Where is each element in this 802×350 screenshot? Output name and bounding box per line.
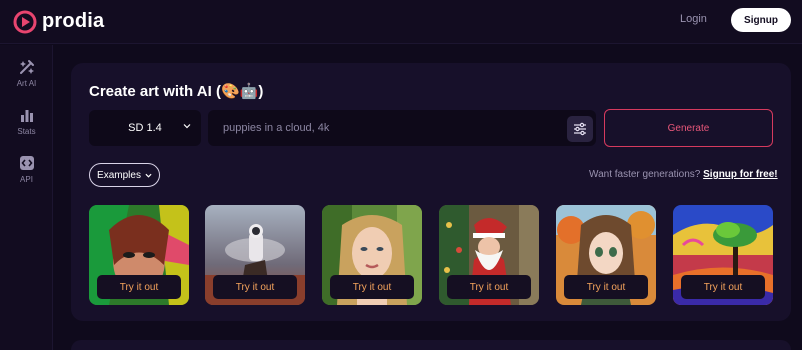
try-it-out-button[interactable]: Try it out <box>564 275 648 299</box>
sidebar-item-label: Art AI <box>16 78 37 88</box>
settings-button[interactable] <box>567 116 593 142</box>
model-select-value: SD 1.4 <box>128 122 162 134</box>
lower-panel <box>71 340 791 350</box>
top-bar: prodia Login Signup <box>0 0 802 44</box>
example-card[interactable]: Try it out <box>89 205 189 305</box>
sidebar-item-stats[interactable]: Stats <box>0 99 53 143</box>
sliders-icon <box>574 122 586 136</box>
faster-text: Want faster generations? <box>589 169 701 180</box>
try-it-out-button[interactable]: Try it out <box>213 275 297 299</box>
try-it-out-button[interactable]: Try it out <box>330 275 414 299</box>
bar-chart-icon <box>20 109 33 122</box>
sidebar-item-art-ai[interactable]: Art AI <box>0 51 53 95</box>
signup-prompt: Want faster generations? Signup for free… <box>589 169 778 180</box>
sidebar-item-label: Stats <box>17 126 36 136</box>
example-card[interactable]: Try it out <box>205 205 305 305</box>
chevron-down-icon <box>183 124 191 129</box>
sidebar-item-api[interactable]: API <box>0 147 53 191</box>
model-select[interactable]: SD 1.4 <box>89 110 201 146</box>
try-it-out-button[interactable]: Try it out <box>447 275 531 299</box>
prompt-field[interactable] <box>208 110 596 146</box>
try-it-out-button[interactable]: Try it out <box>681 275 765 299</box>
sidebar-item-label: API <box>20 174 33 184</box>
prodia-logo-icon <box>13 10 37 33</box>
code-icon <box>19 155 34 170</box>
generate-button[interactable]: Generate <box>604 109 773 147</box>
chevron-down-icon <box>145 173 152 178</box>
prompt-input[interactable] <box>208 110 596 146</box>
signup-button[interactable]: Signup <box>731 8 791 32</box>
wand-icon <box>19 59 34 74</box>
example-card[interactable]: Try it out <box>439 205 539 305</box>
sidebar: Art AI Stats API <box>0 45 53 350</box>
brand-name: prodia <box>42 10 105 32</box>
examples-dropdown[interactable]: Examples <box>89 163 160 187</box>
login-link[interactable]: Login <box>680 13 707 25</box>
example-card[interactable]: Try it out <box>556 205 656 305</box>
brand[interactable]: prodia <box>12 9 104 35</box>
example-card[interactable]: Try it out <box>322 205 422 305</box>
example-card[interactable]: Try it out <box>673 205 773 305</box>
signup-free-link[interactable]: Signup for free! <box>703 169 777 180</box>
examples-label: Examples <box>97 169 141 181</box>
try-it-out-button[interactable]: Try it out <box>97 275 181 299</box>
page-title: Create art with AI (🎨🤖) <box>89 83 264 100</box>
